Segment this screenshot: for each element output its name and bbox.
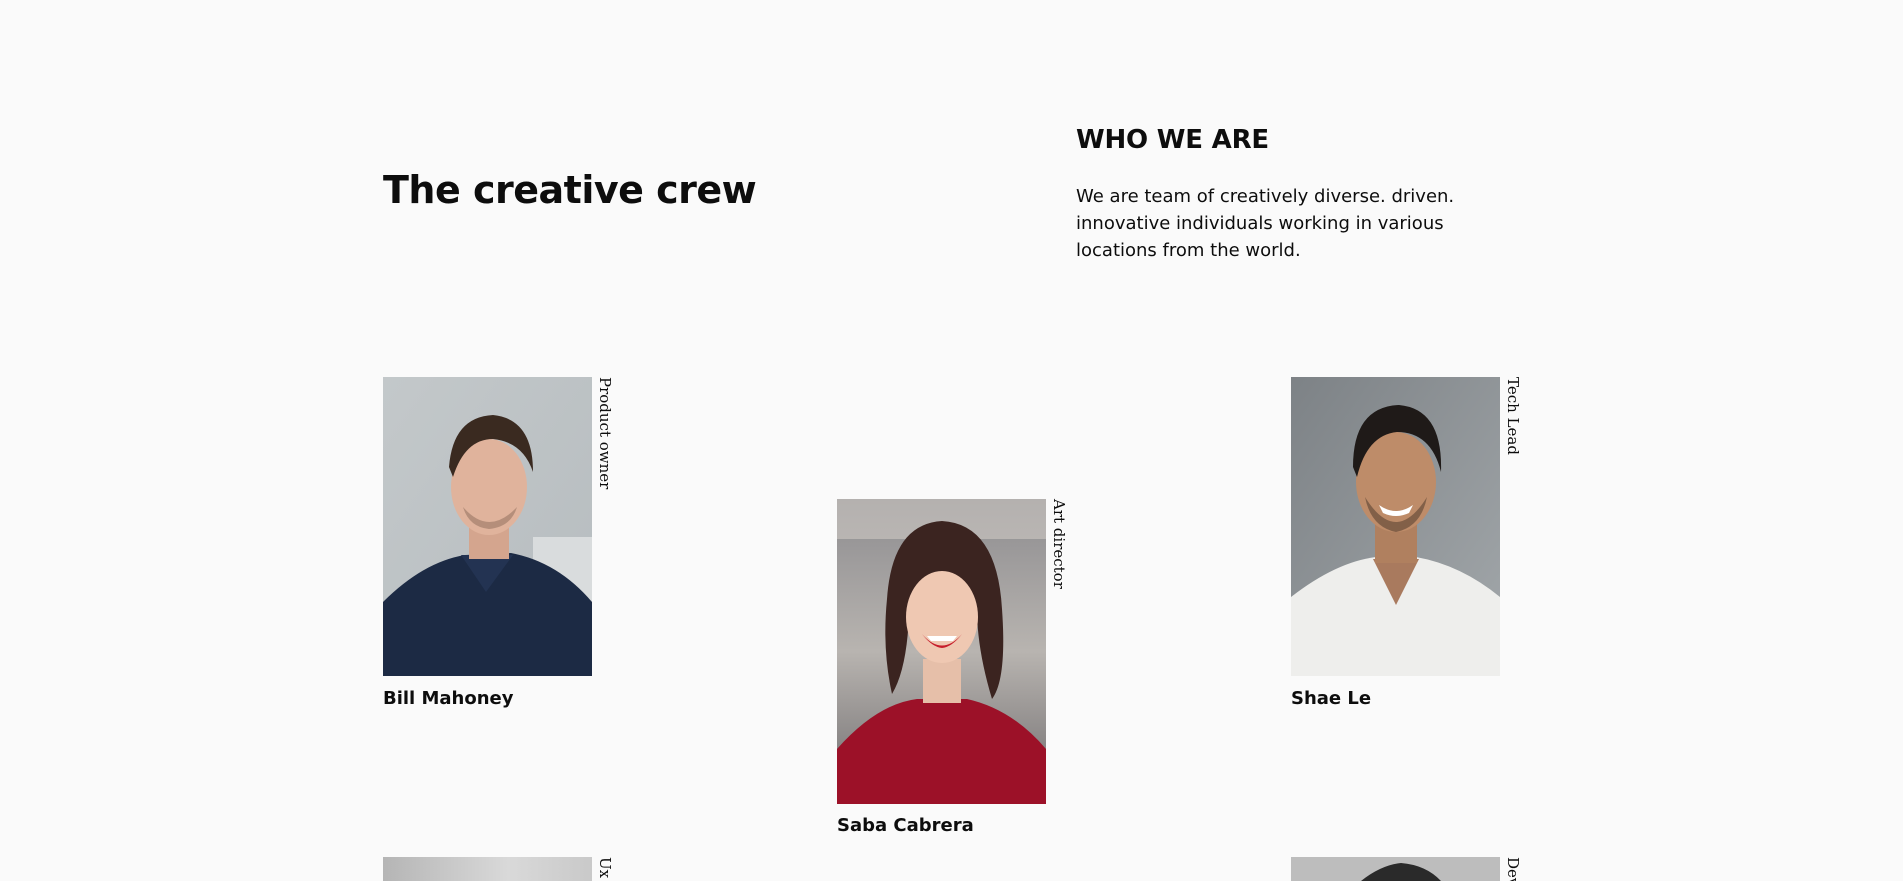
- member-role: Tech Lead: [1504, 377, 1522, 455]
- member-photo: [383, 377, 592, 676]
- member-photo: [383, 857, 592, 881]
- section-title: The creative crew: [383, 168, 757, 212]
- member-role: Product owner: [596, 377, 614, 490]
- who-we-are-heading: WHO WE ARE: [1076, 125, 1269, 155]
- team-member-card: Tech Lead Shae Le: [1291, 377, 1531, 717]
- member-photo: [1291, 857, 1500, 881]
- team-member-card: Ux: [383, 857, 623, 881]
- member-photo: [837, 499, 1046, 804]
- team-member-card: Art director Saba Cabrera: [837, 499, 1077, 839]
- team-member-card: Dev: [1291, 857, 1531, 881]
- team-section: The creative crew WHO WE ARE We are team…: [0, 0, 1903, 881]
- member-name: Bill Mahoney: [383, 688, 514, 709]
- member-name: Shae Le: [1291, 688, 1372, 709]
- team-member-card: Product owner Bill Mahoney: [383, 377, 623, 717]
- who-we-are-text: We are team of creatively diverse. drive…: [1076, 186, 1455, 261]
- member-role: Dev: [1504, 857, 1522, 881]
- member-role: Art director: [1050, 499, 1068, 589]
- member-name: Saba Cabrera: [837, 815, 974, 836]
- member-role: Ux: [596, 857, 614, 879]
- member-photo: [1291, 377, 1500, 676]
